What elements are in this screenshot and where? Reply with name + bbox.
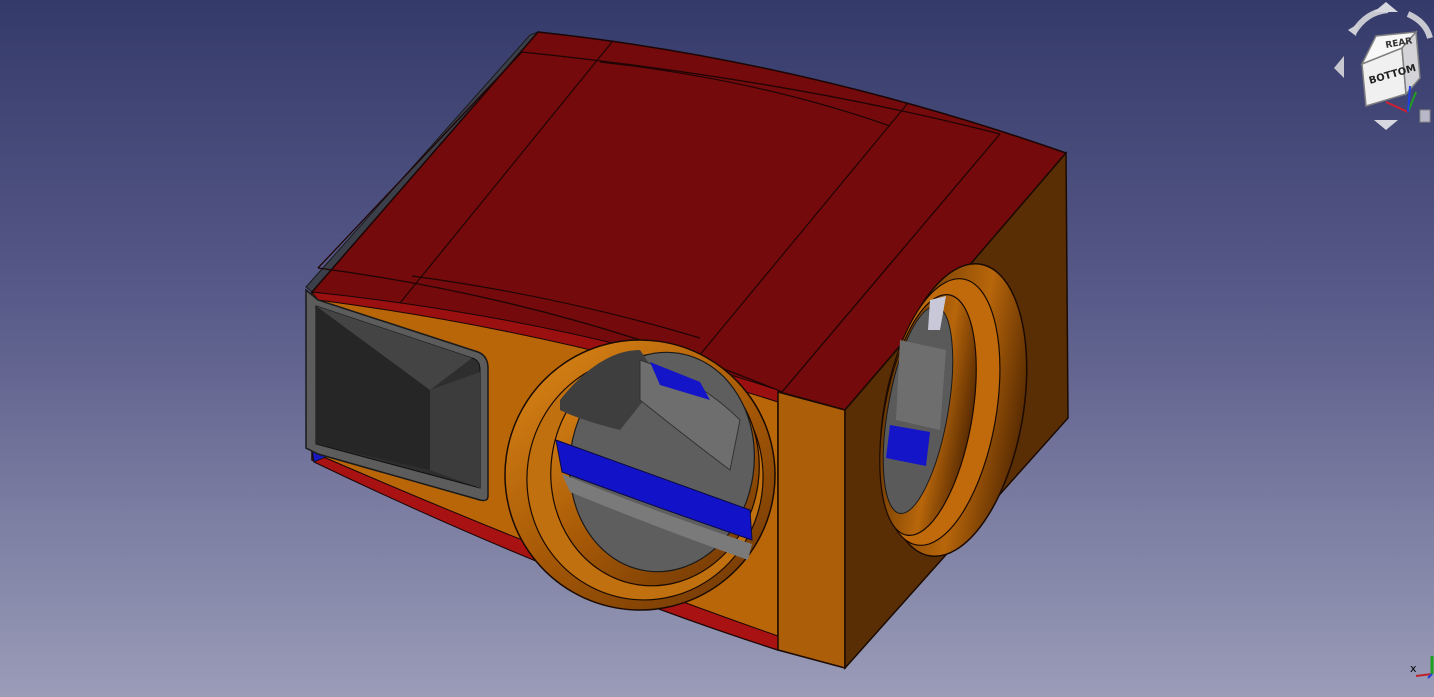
speaker-box-model[interactable] — [0, 0, 1434, 697]
navcube-arrow-left[interactable] — [1334, 56, 1344, 78]
navigation-cube[interactable]: REAR BOTTOM — [1326, 2, 1434, 132]
front-corner-pillar[interactable] — [777, 391, 846, 669]
axis-x-label: x — [1410, 662, 1417, 675]
navcube-rotate-arrows[interactable] — [1348, 7, 1433, 39]
navcube-arrow-up[interactable] — [1374, 2, 1398, 12]
navcube-menu-button[interactable] — [1419, 109, 1431, 123]
3d-viewport[interactable]: REAR BOTTOM x — [0, 0, 1434, 697]
navcube-arrow-down[interactable] — [1374, 120, 1398, 130]
axis-triad: x — [1410, 656, 1434, 679]
